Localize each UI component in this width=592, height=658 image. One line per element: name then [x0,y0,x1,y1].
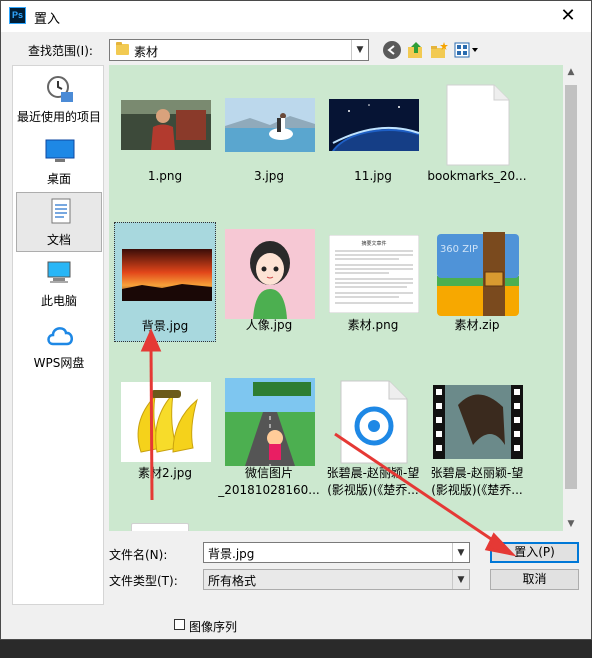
place-label: 文档 [46,233,71,247]
file-name: 微信图片 _20181028160... [218,466,320,497]
desktop-icon [45,139,75,162]
file-item[interactable]: 人像.jpg [218,222,320,342]
documents-icon [51,198,71,224]
doc-thumb-title: 摘要文章件 [361,240,386,247]
chevron-down-icon[interactable]: ▼ [452,570,469,589]
scroll-down-icon[interactable]: ▼ [563,519,579,529]
file-item[interactable]: 3.jpg [218,73,320,193]
image-sequence-checkbox[interactable] [174,619,185,630]
close-button[interactable]: ✕ [545,1,591,32]
partial-file-icon [131,523,189,531]
file-item[interactable]: 张碧晨-赵丽颖-望 (影视版)(《楚乔... [322,370,424,497]
file-item[interactable]: 素材2.jpg [114,370,216,490]
image-sequence-label: 图像序列 [189,620,238,634]
place-label: 此电脑 [40,294,77,308]
file-item[interactable]: 11.jpg [322,73,424,193]
audio-file-icon [340,380,408,464]
place-wps-cloud[interactable]: WPS网盘 [16,316,102,376]
filename-label: 文件名(N): [109,548,168,562]
clock-icon [47,76,73,102]
file-thumbnail [329,85,419,165]
file-thumbnail [225,85,315,165]
file-item[interactable]: bookmarks_20... [426,73,528,193]
place-recent[interactable]: 最近使用的项目 [16,70,102,130]
view-menu-icon[interactable] [454,41,480,59]
file-item[interactable]: 摘要文章件 素材.png [322,222,424,342]
place-label: 最近使用的项目 [16,110,101,124]
file-name: 素材.png [347,318,399,332]
chevron-down-icon[interactable]: ▼ [452,543,469,562]
folder-icon [116,42,129,55]
file-thumbnail [122,235,212,315]
filename-value: 背景.jpg [208,547,255,561]
file-thumbnail [329,380,419,464]
file-name: 3.jpg [253,169,285,183]
new-folder-icon[interactable] [430,41,448,59]
title-bar: Ps 置入 ✕ [1,1,591,32]
place-label: WPS网盘 [33,356,85,370]
up-folder-icon[interactable] [407,41,425,59]
file-item[interactable]: 微信图片 _20181028160... [218,370,320,497]
zip-thumb-label: 360 ZIP [440,244,478,255]
place-dialog: Ps 置入 ✕ 查找范围(I): 素材 ▼ 最近使用的项目 桌面 文档 此电脑 … [0,0,592,640]
filetype-label: 文件类型(T): [109,574,178,588]
computer-icon [47,261,71,283]
file-name: 张碧晨-赵丽颖-望 (影视版)(《楚乔... [326,466,420,497]
lookin-value: 素材 [134,45,159,59]
file-name: 11.jpg [354,169,392,183]
zip-archive-icon: 360 ZIP [437,232,519,316]
document-thumbnail: 摘要文章件 [329,235,419,313]
file-name: 人像.jpg [245,318,293,332]
file-thumbnail: 摘要文章件 [329,234,419,314]
file-thumbnail [433,382,523,462]
file-list[interactable]: 1.png 3.jpg 11.jpg bookmarks_20... 背景.jp [109,65,563,531]
video-file-icon [433,385,523,459]
scroll-thumb[interactable] [565,85,577,489]
file-item-selected[interactable]: 背景.jpg [114,222,216,342]
cloud-icon [47,327,73,346]
place-desktop[interactable]: 桌面 [16,132,102,192]
lookin-label: 查找范围(I): [28,44,93,58]
place-this-pc[interactable]: 此电脑 [16,254,102,314]
cancel-button[interactable]: 取消 [490,569,579,590]
chevron-down-icon[interactable]: ▼ [351,40,368,60]
place-documents[interactable]: 文档 [16,192,102,252]
places-bar: 最近使用的项目 桌面 文档 此电脑 WPS网盘 [12,65,104,605]
file-item[interactable]: 张碧晨-赵丽颖-望 (影视版)(《楚乔... [426,370,528,497]
scroll-up-icon[interactable]: ▲ [563,67,579,77]
file-name: 背景.jpg [141,319,189,333]
file-thumbnail: 360 ZIP [433,232,523,316]
back-icon[interactable] [383,41,401,59]
filetype-dropdown[interactable]: 所有格式 ▼ [203,569,470,590]
file-name: 张碧晨-赵丽颖-望 (影视版)(《楚乔... [430,466,524,497]
place-label: 桌面 [46,172,71,186]
photoshop-icon: Ps [9,7,26,24]
file-item[interactable]: 360 ZIP 素材.zip [426,222,528,342]
file-thumbnail [433,84,523,166]
file-thumbnail [121,85,211,165]
vertical-scrollbar[interactable]: ▲ ▼ [563,65,579,531]
file-name: 素材.zip [454,318,500,332]
window-title: 置入 [34,12,61,27]
file-thumbnail [225,378,315,466]
file-thumbnail [225,229,315,319]
filetype-value: 所有格式 [208,574,257,588]
file-name: 素材2.jpg [137,466,193,480]
file-name: 1.png [147,169,183,183]
file-name: bookmarks_20... [427,169,527,183]
background-workspace-strip [0,640,592,658]
filename-input[interactable]: 背景.jpg ▼ [203,542,470,563]
place-button[interactable]: 置入(P) [490,542,579,563]
file-item[interactable]: 1.png [114,73,216,193]
lookin-dropdown[interactable]: 素材 ▼ [109,39,369,61]
file-thumbnail [121,382,211,462]
